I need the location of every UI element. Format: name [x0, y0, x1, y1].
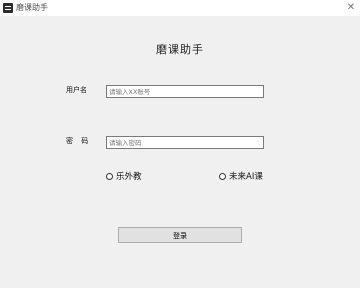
- password-input[interactable]: [106, 136, 264, 149]
- title-bar: 磨课助手 ✕: [0, 0, 360, 16]
- radio-option-weilai-ai[interactable]: 未来AI课: [219, 170, 263, 182]
- password-label: 密 码: [66, 137, 92, 145]
- radio-circle-icon[interactable]: [106, 172, 113, 180]
- radio-circle-icon[interactable]: [219, 172, 226, 180]
- page-title: 磨课助手: [156, 43, 204, 56]
- close-icon[interactable]: ✕: [344, 0, 358, 16]
- username-input[interactable]: [106, 85, 264, 98]
- radio-label: 未来AI课: [229, 172, 263, 182]
- window-title: 磨课助手: [16, 3, 48, 12]
- radio-label: 乐外教: [116, 172, 142, 182]
- username-label: 用户名: [66, 86, 87, 94]
- radio-option-lewaijiao[interactable]: 乐外教: [106, 170, 142, 182]
- login-button[interactable]: 登录: [118, 227, 242, 243]
- app-icon: [3, 3, 13, 13]
